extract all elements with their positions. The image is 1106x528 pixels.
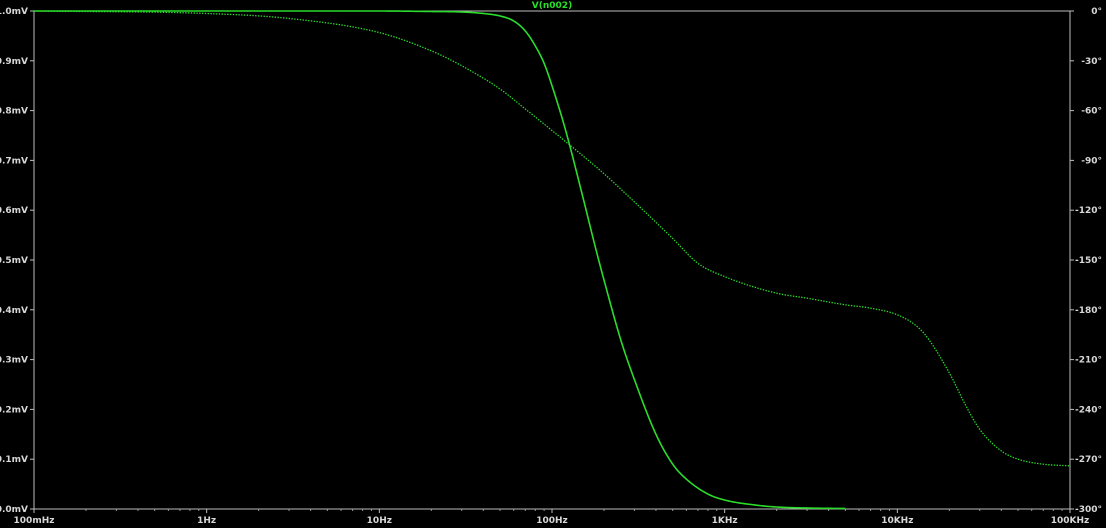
right-y-tick-label: -90° xyxy=(1081,156,1102,166)
left-y-tick-label: 0.5mV xyxy=(0,256,28,266)
x-tick-label: 100Hz xyxy=(536,516,568,526)
right-y-tick-label: -300° xyxy=(1075,505,1102,515)
left-y-tick-label: 0.2mV xyxy=(0,405,28,415)
x-tick-label: 1Hz xyxy=(197,516,216,526)
left-y-tick-label: 0.0mV xyxy=(0,505,28,515)
x-tick-label: 1KHz xyxy=(712,516,738,526)
x-tick-label: 100KHz xyxy=(1051,516,1090,526)
x-tick-label: 10KHz xyxy=(881,516,913,526)
left-y-tick-label: 0.3mV xyxy=(0,356,28,366)
left-y-tick-label: 0.7mV xyxy=(0,156,28,166)
bode-plot: V(n002) 100mHz 1Hz 10Hz 100Hz 1KHz 10KHz 100KH… xyxy=(0,0,1106,528)
x-tick-label: 10Hz xyxy=(367,516,392,526)
left-y-tick-label: 0.4mV xyxy=(0,306,28,316)
right-y-tick-label: 0° xyxy=(1091,7,1102,17)
left-y-tick-label: 0.1mV xyxy=(0,455,28,465)
right-y-tick-label: -120° xyxy=(1075,206,1102,216)
right-y-tick-label: -30° xyxy=(1081,57,1102,67)
plot-background xyxy=(0,0,1106,528)
left-y-tick-label: 0.9mV xyxy=(0,57,28,67)
right-y-tick-label: -180° xyxy=(1075,306,1102,316)
left-y-tick-label: 1.0mV xyxy=(0,7,28,17)
left-y-tick-label: 0.6mV xyxy=(0,206,28,216)
right-y-tick-label: -240° xyxy=(1075,405,1102,415)
right-y-tick-label: -210° xyxy=(1075,356,1102,366)
right-y-tick-label: -150° xyxy=(1075,256,1102,266)
left-y-tick-label: 0.8mV xyxy=(0,107,28,117)
right-y-tick-label: -60° xyxy=(1081,107,1102,117)
right-y-tick-label: -270° xyxy=(1075,455,1102,465)
chart-title: V(n002) xyxy=(532,1,572,11)
x-tick-label: 100mHz xyxy=(14,516,55,526)
